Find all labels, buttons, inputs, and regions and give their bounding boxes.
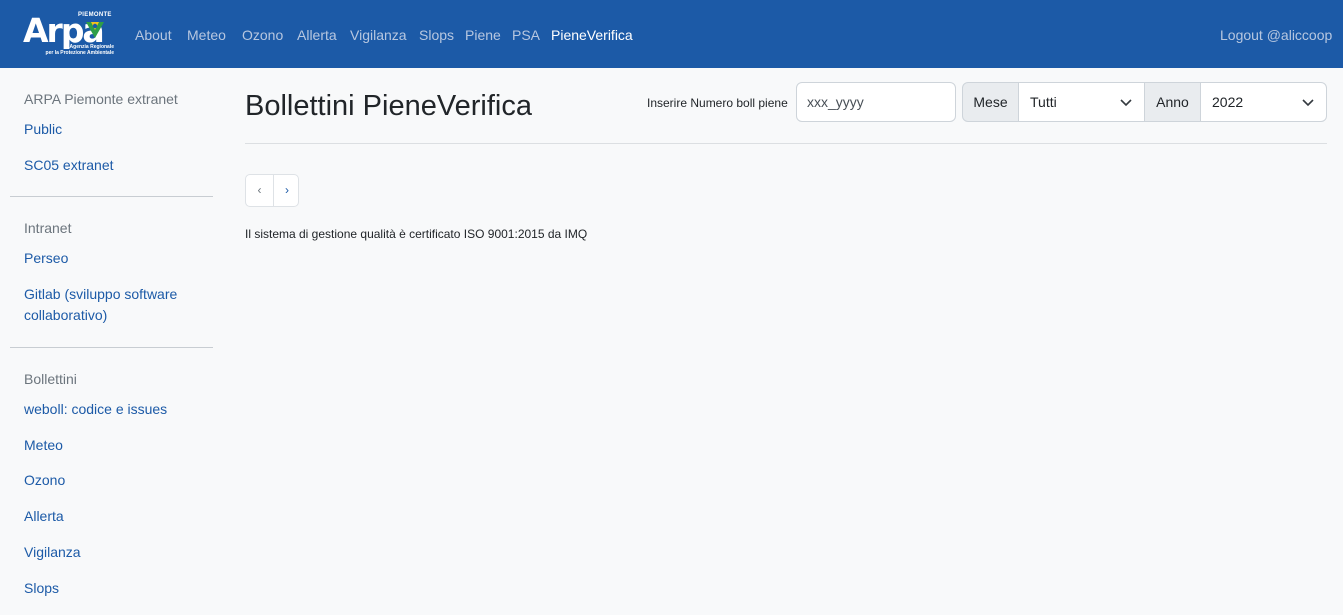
sidebar-link-slops[interactable]: Slops xyxy=(24,578,59,599)
sidebar-link-public[interactable]: Public xyxy=(24,119,62,140)
pagination-prev-button[interactable]: ‹ xyxy=(246,175,273,206)
iso-certification-note: Il sistema di gestione qualità è certifi… xyxy=(245,227,588,241)
sidebar-link-vigilanza[interactable]: Vigilanza xyxy=(24,542,81,563)
pagination-next-button[interactable]: › xyxy=(273,175,300,206)
nav-psa[interactable]: PSA xyxy=(512,25,540,45)
sidebar-link-perseo[interactable]: Perseo xyxy=(24,248,68,269)
year-select[interactable]: 2022 xyxy=(1200,82,1327,122)
chevron-down-icon xyxy=(1302,99,1314,107)
sidebar-heading-bollettini: Bollettini xyxy=(24,371,77,387)
sidebar-link-ozono[interactable]: Ozono xyxy=(24,470,65,491)
month-label: Mese xyxy=(962,82,1019,122)
sidebar-link-weboll[interactable]: weboll: codice e issues xyxy=(24,399,167,420)
sidebar-link-gitlab[interactable]: Gitlab (sviluppo software xyxy=(24,284,177,305)
sidebar-heading-intranet: Intranet xyxy=(24,220,72,236)
month-select-value: Tutti xyxy=(1030,94,1057,110)
title-divider xyxy=(245,143,1327,144)
nav-allerta[interactable]: Allerta xyxy=(297,25,337,45)
logo-subtitle-2: per la Protezione Ambientale xyxy=(45,50,114,56)
search-label: Inserire Numero boll piene xyxy=(647,96,788,110)
sidebar-divider xyxy=(10,196,213,197)
pagination: ‹ › xyxy=(245,174,299,207)
logout-link[interactable]: Logout @aliccoop xyxy=(1220,25,1332,45)
nav-meteo[interactable]: Meteo xyxy=(187,25,226,45)
sidebar-divider xyxy=(10,347,213,348)
nav-slops[interactable]: Slops xyxy=(419,25,454,45)
year-label: Anno xyxy=(1144,82,1201,122)
chevron-down-icon xyxy=(1120,99,1132,107)
month-select[interactable]: Tutti xyxy=(1018,82,1145,122)
nav-about[interactable]: About xyxy=(135,25,172,45)
nav-ozono[interactable]: Ozono xyxy=(242,25,283,45)
sidebar-link-sc05-extranet[interactable]: SC05 extranet xyxy=(24,155,114,176)
arpa-logo[interactable]: PIEMONTE Arpa Agenzia Regionale per la P… xyxy=(23,12,116,57)
bollettino-number-input[interactable] xyxy=(796,82,956,122)
sidebar-link-allerta[interactable]: Allerta xyxy=(24,506,64,527)
nav-piene[interactable]: Piene xyxy=(465,25,501,45)
sidebar-heading-extranet: ARPA Piemonte extranet xyxy=(24,91,178,107)
sidebar-link-meteo[interactable]: Meteo xyxy=(24,435,63,456)
sidebar-link-gitlab-cont[interactable]: collaborativo) xyxy=(24,305,107,326)
nav-vigilanza[interactable]: Vigilanza xyxy=(350,25,407,45)
top-navbar: PIEMONTE Arpa Agenzia Regionale per la P… xyxy=(0,0,1343,68)
page-title: Bollettini PieneVerifica xyxy=(245,90,532,122)
nav-pieneverifica[interactable]: PieneVerifica xyxy=(551,25,633,45)
logo-mark-icon xyxy=(86,22,104,38)
year-select-value: 2022 xyxy=(1212,94,1244,110)
